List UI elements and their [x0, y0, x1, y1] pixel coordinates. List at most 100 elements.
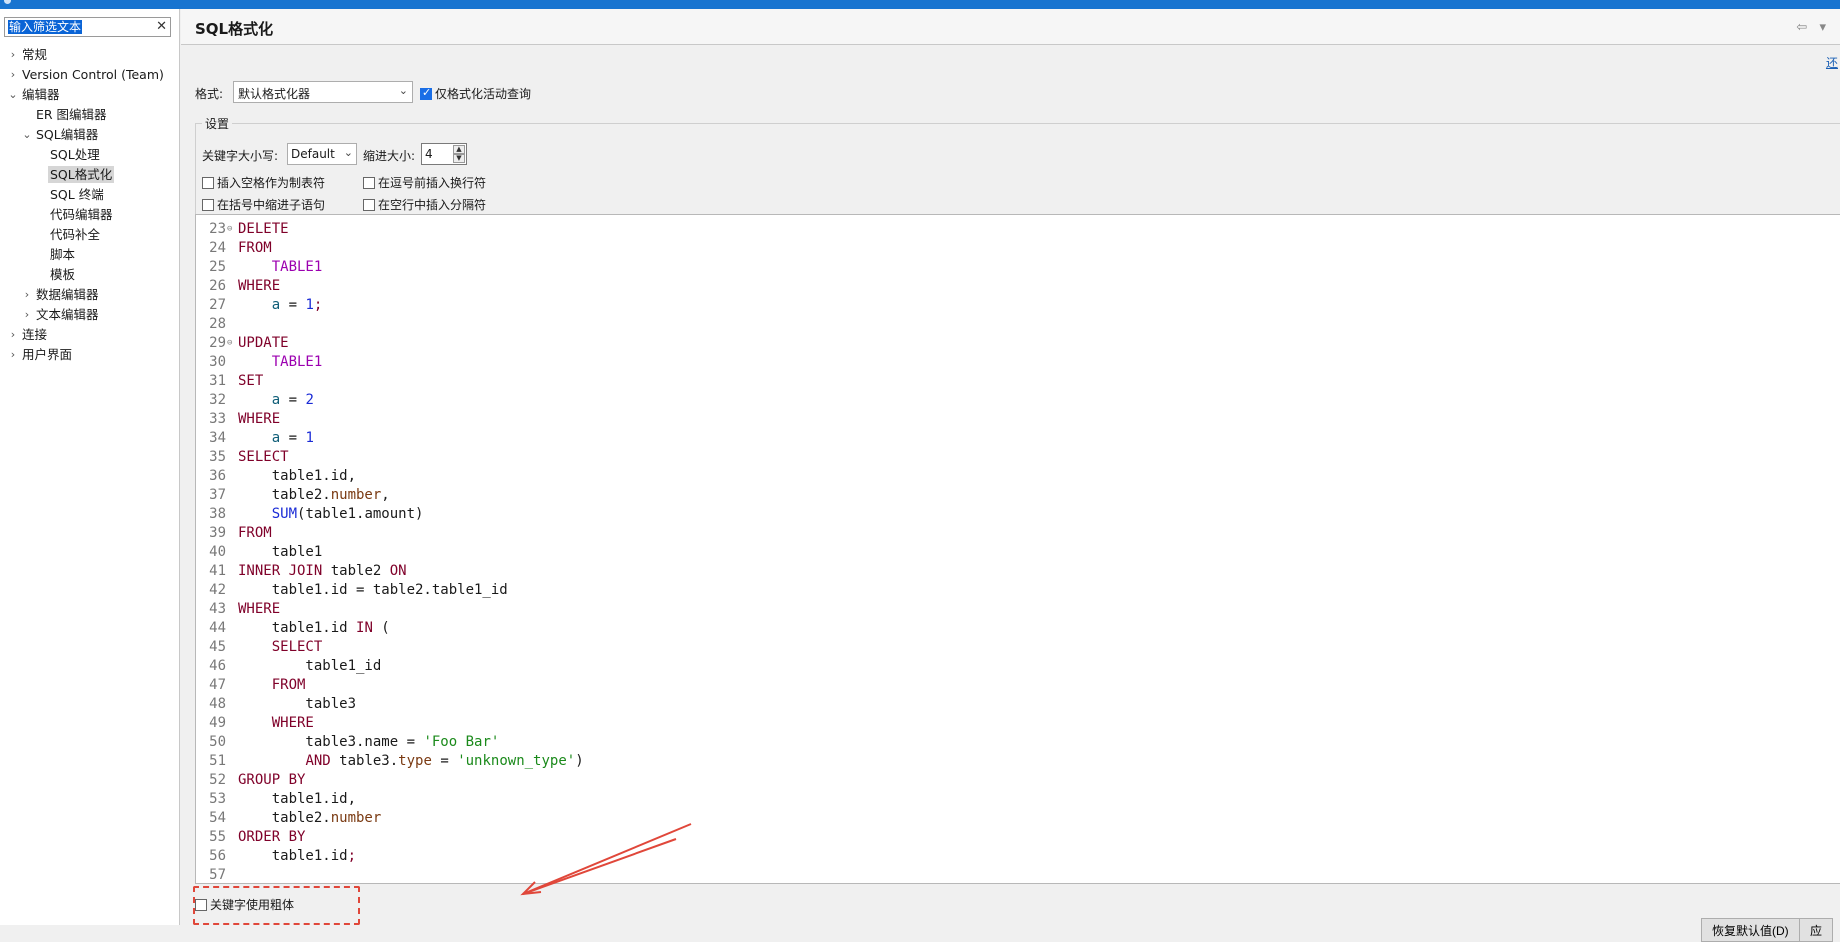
code-token: FROM: [238, 525, 272, 541]
only-active-query-checkbox[interactable]: 仅格式化活动查询: [420, 85, 531, 102]
line-number: 28: [196, 315, 226, 334]
line-number: 27: [196, 296, 226, 315]
checkbox-icon[interactable]: [202, 199, 214, 211]
checkbox-icon[interactable]: [202, 177, 214, 189]
code-token: (table1.amount): [297, 506, 423, 522]
line-number: 30: [196, 353, 226, 372]
window-title-bar: [0, 0, 1840, 9]
expand-right-icon[interactable]: ›: [8, 65, 18, 85]
keyword-case-select[interactable]: Default ⌄: [287, 143, 357, 165]
preferences-sidebar: 输入筛选文本 ✕ ›常规›Version Control (Team)⌄编辑器E…: [0, 9, 180, 925]
newline-before-comma-label: 在逗号前插入换行符: [378, 176, 486, 190]
line-number: 32: [196, 391, 226, 410]
tree-item-label: 常规: [20, 46, 49, 63]
only-active-query-label: 仅格式化活动查询: [435, 87, 531, 101]
expand-right-icon[interactable]: ›: [8, 45, 18, 65]
expand-down-icon[interactable]: ⌄: [8, 85, 18, 105]
code-token: ): [575, 753, 583, 769]
tree-item[interactable]: ›连接: [0, 325, 180, 345]
line-number: 25: [196, 258, 226, 277]
code-token: type: [398, 753, 432, 769]
code-token: number: [331, 487, 382, 503]
spin-down-icon[interactable]: ▼: [453, 154, 465, 163]
code-token: TABLE1: [272, 259, 323, 275]
code-token: table2.: [238, 810, 331, 826]
code-token: table1.id = table2.table1_id: [238, 582, 508, 598]
code-token: FROM: [272, 677, 306, 693]
code-token: =: [280, 430, 305, 446]
checkbox-icon[interactable]: [420, 88, 432, 100]
line-number: 46: [196, 657, 226, 676]
tree-item[interactable]: SQL格式化: [0, 165, 180, 185]
expand-right-icon[interactable]: ›: [8, 345, 18, 365]
expand-right-icon[interactable]: ›: [22, 285, 32, 305]
apply-button[interactable]: 应: [1799, 918, 1833, 942]
tree-item[interactable]: ›文本编辑器: [0, 305, 180, 325]
code-token: DELETE: [238, 221, 289, 237]
tree-item[interactable]: ›数据编辑器: [0, 285, 180, 305]
clear-filter-icon[interactable]: ✕: [156, 19, 167, 35]
blank-line-separator-checkbox[interactable]: 在空行中插入分隔符: [363, 196, 486, 213]
restore-defaults-button[interactable]: 恢复默认值(D): [1701, 918, 1800, 942]
formatter-label: 格式:: [195, 85, 223, 102]
tree-item[interactable]: 代码编辑器: [0, 205, 180, 225]
code-token: table1: [238, 544, 322, 560]
expand-right-icon[interactable]: ›: [8, 325, 18, 345]
code-text: TABLE1: [238, 353, 322, 372]
code-text: SELECT: [238, 638, 322, 657]
code-token: [238, 753, 305, 769]
code-text: GROUP BY: [238, 771, 305, 790]
code-token: a: [272, 430, 280, 446]
code-text: table3: [238, 695, 356, 714]
line-number: 48: [196, 695, 226, 714]
tree-item[interactable]: ›常规: [0, 45, 180, 65]
code-text: table3.name = 'Foo Bar': [238, 733, 499, 752]
preference-page: SQL格式化 ⇦ ▾ 还 格式: 默认格式化器 ⌄ 仅格式化活动查询 设置 关键…: [181, 9, 1840, 925]
code-text: INNER JOIN table2 ON: [238, 562, 407, 581]
app-icon: [4, 0, 11, 4]
code-token: =: [280, 297, 305, 313]
tree-item[interactable]: ⌄编辑器: [0, 85, 180, 105]
indent-subquery-checkbox[interactable]: 在括号中缩进子语句: [202, 196, 325, 213]
space-as-tab-checkbox[interactable]: 插入空格作为制表符: [202, 174, 325, 191]
tree-item-label: 代码编辑器: [48, 206, 115, 223]
code-token: WHERE: [272, 715, 314, 731]
fold-toggle-icon[interactable]: ⊖: [227, 220, 232, 239]
back-icon[interactable]: ⇦: [1796, 20, 1807, 35]
filter-input[interactable]: 输入筛选文本: [8, 20, 82, 34]
tree-item[interactable]: ›用户界面: [0, 345, 180, 365]
tree-item[interactable]: ER 图编辑器: [0, 105, 180, 125]
formatter-select[interactable]: 默认格式化器 ⌄: [233, 81, 413, 103]
expand-right-icon[interactable]: ›: [22, 305, 32, 325]
indent-size-spinner[interactable]: 4 ▲ ▼: [421, 143, 467, 165]
code-token: ORDER BY: [238, 829, 305, 845]
line-number: 39: [196, 524, 226, 543]
fold-toggle-icon[interactable]: ⊖: [227, 334, 232, 353]
code-token: WHERE: [238, 278, 280, 294]
tree-item[interactable]: ⌄SQL编辑器: [0, 125, 180, 145]
sql-preview-editor[interactable]: 23⊖DELETE24FROM25 TABLE126WHERE27 a = 1;…: [195, 214, 1840, 884]
spin-up-icon[interactable]: ▲: [453, 145, 465, 154]
tree-item[interactable]: 模板: [0, 265, 180, 285]
code-token: =: [280, 392, 305, 408]
keyword-case-label: 关键字大小写:: [202, 147, 278, 164]
tree-item[interactable]: ›Version Control (Team): [0, 65, 180, 85]
tree-item[interactable]: SQL 终端: [0, 185, 180, 205]
tree-item-label: Version Control (Team): [20, 66, 166, 83]
dropdown-menu-icon[interactable]: ▾: [1819, 20, 1826, 35]
tree-item[interactable]: 脚本: [0, 245, 180, 265]
checkbox-icon[interactable]: [363, 199, 375, 211]
checkbox-icon[interactable]: [363, 177, 375, 189]
code-token: SET: [238, 373, 263, 389]
expand-down-icon[interactable]: ⌄: [22, 125, 32, 145]
code-token: WHERE: [238, 411, 280, 427]
tree-item[interactable]: SQL处理: [0, 145, 180, 165]
filter-field[interactable]: 输入筛选文本 ✕: [4, 17, 171, 37]
blank-line-separator-label: 在空行中插入分隔符: [378, 198, 486, 212]
highlight-annotation-box: [193, 886, 360, 925]
tree-item[interactable]: 代码补全: [0, 225, 180, 245]
indent-size-value[interactable]: 4: [425, 147, 433, 161]
newline-before-comma-checkbox[interactable]: 在逗号前插入换行符: [363, 174, 486, 191]
restore-link[interactable]: 还: [1826, 54, 1838, 71]
code-text: a = 1;: [238, 296, 322, 315]
